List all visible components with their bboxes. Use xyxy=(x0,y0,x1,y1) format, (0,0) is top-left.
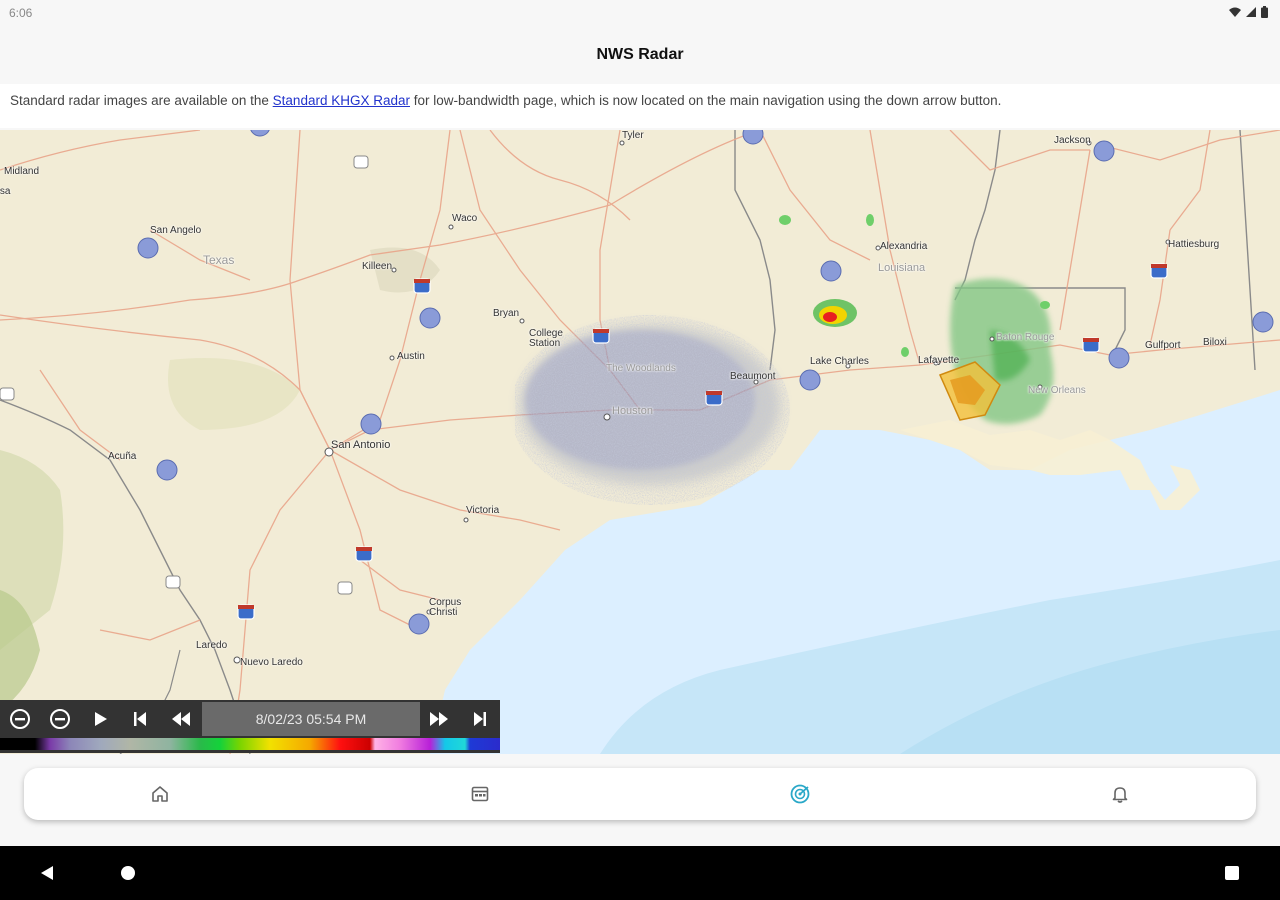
city-label-college-station: College Station xyxy=(529,328,563,349)
city-label-hattiesburg: Hattiesburg xyxy=(1168,239,1220,250)
skip-to-end-button[interactable] xyxy=(465,704,495,734)
radar-storm-louisiana xyxy=(938,278,1054,424)
calendar-icon xyxy=(471,786,489,802)
zoom-in-button[interactable] xyxy=(5,704,35,734)
city-label-alexandria: Alexandria xyxy=(880,241,928,252)
step-back-icon xyxy=(172,712,190,726)
radar-site-marker xyxy=(156,459,178,481)
nav-forecast[interactable] xyxy=(468,782,492,806)
battery-icon xyxy=(1261,6,1268,18)
zoom-in-icon xyxy=(10,709,30,729)
zoom-out-icon xyxy=(50,709,70,729)
signal-icon xyxy=(1246,7,1256,17)
reflectivity-color-scale xyxy=(0,738,500,750)
nav-home[interactable] xyxy=(148,782,172,806)
city-label-bryan: Bryan xyxy=(493,308,520,319)
skip-to-start-button[interactable] xyxy=(125,704,155,734)
radar-playback-controls: 8/02/23 05:54 PM xyxy=(0,700,500,753)
radar-site-marker xyxy=(1093,140,1115,162)
skip-to-end-icon xyxy=(474,712,486,726)
back-icon[interactable] xyxy=(38,864,56,882)
notice-banner: Standard radar images are available on t… xyxy=(0,84,1280,128)
city-label-baton-rouge: Baton Rouge xyxy=(996,332,1055,343)
radar-site-marker xyxy=(408,613,430,635)
city-label-lake-charles: Lake Charles xyxy=(810,356,869,367)
playback-button-row: 8/02/23 05:54 PM xyxy=(0,700,500,738)
radar-site-marker xyxy=(1252,311,1274,333)
play-button[interactable] xyxy=(85,704,115,734)
city-label-austin: Austin xyxy=(397,351,425,362)
city-label-laredo: Laredo xyxy=(196,640,228,651)
city-label-jackson: Jackson xyxy=(1054,135,1091,146)
city-label-acuna: Acuña xyxy=(108,451,137,462)
home-button-icon[interactable] xyxy=(119,864,137,882)
nav-radar[interactable] xyxy=(788,782,812,806)
city-label-victoria: Victoria xyxy=(466,505,500,516)
radar-timestamp: 8/02/23 05:54 PM xyxy=(202,702,420,736)
city-label-waco: Waco xyxy=(452,213,478,224)
city-label-san-angelo: San Angelo xyxy=(150,225,202,236)
city-label-the-woodlands: The Woodlands xyxy=(606,363,676,374)
city-label-biloxi: Biloxi xyxy=(1203,337,1227,348)
city-label-corpus-christi: Corpus Christi xyxy=(429,597,462,618)
radar-site-marker xyxy=(360,413,382,435)
notice-text-after: for low-bandwidth page, which is now loc… xyxy=(410,93,1002,108)
city-label-killeen: Killeen xyxy=(362,261,393,272)
city-label-nuevo-laredo: Nuevo Laredo xyxy=(240,657,303,668)
notice-text-before: Standard radar images are available on t… xyxy=(10,93,273,108)
city-label-san-antonio: San Antonio xyxy=(331,439,391,451)
standard-radar-link[interactable]: Standard KHGX Radar xyxy=(273,93,410,108)
status-time: 6:06 xyxy=(9,6,33,20)
city-label-beaumont: Beaumont xyxy=(730,371,776,382)
city-label-tyler: Tyler xyxy=(622,130,644,141)
play-icon xyxy=(95,712,107,726)
radar-site-marker xyxy=(799,369,821,391)
notice-text: Standard radar images are available on t… xyxy=(10,92,1001,109)
map-base-layer xyxy=(0,130,1280,754)
city-label-gulfport: Gulfport xyxy=(1145,340,1181,351)
radar-icon xyxy=(790,784,810,804)
page-title: NWS Radar xyxy=(596,46,684,63)
bell-icon xyxy=(1112,787,1128,803)
zoom-out-button[interactable] xyxy=(45,704,75,734)
step-forward-icon xyxy=(430,712,448,726)
recents-icon[interactable] xyxy=(1224,865,1240,881)
city-label-houston: Houston xyxy=(612,405,653,417)
radar-site-marker xyxy=(1108,347,1130,369)
city-label-odessa: Odessa xyxy=(0,186,11,197)
home-icon xyxy=(152,786,168,802)
radar-site-marker xyxy=(137,237,159,259)
radar-site-marker xyxy=(820,260,842,282)
city-label-lafayette: Lafayette xyxy=(918,355,960,366)
status-bar: 6:06 xyxy=(0,0,1280,26)
city-label-new-orleans: New Orleans xyxy=(1028,385,1086,396)
nav-alerts[interactable] xyxy=(1108,782,1132,806)
step-back-button[interactable] xyxy=(166,704,196,734)
app-bar: NWS Radar xyxy=(0,26,1280,82)
skip-to-start-icon xyxy=(134,712,146,726)
radar-site-marker xyxy=(419,307,441,329)
step-forward-button[interactable] xyxy=(424,704,454,734)
bottom-navigation xyxy=(24,768,1256,820)
status-icons xyxy=(1229,6,1268,18)
wifi-icon xyxy=(1229,7,1241,17)
state-label-louisiana: Louisiana xyxy=(878,262,926,274)
radar-map[interactable]: Midland Odessa San Angelo Texas Tyler Wa… xyxy=(0,130,1280,754)
state-label-texas: Texas xyxy=(203,253,235,267)
city-label-midland: Midland xyxy=(4,166,40,177)
system-navigation-bar xyxy=(0,846,1280,900)
